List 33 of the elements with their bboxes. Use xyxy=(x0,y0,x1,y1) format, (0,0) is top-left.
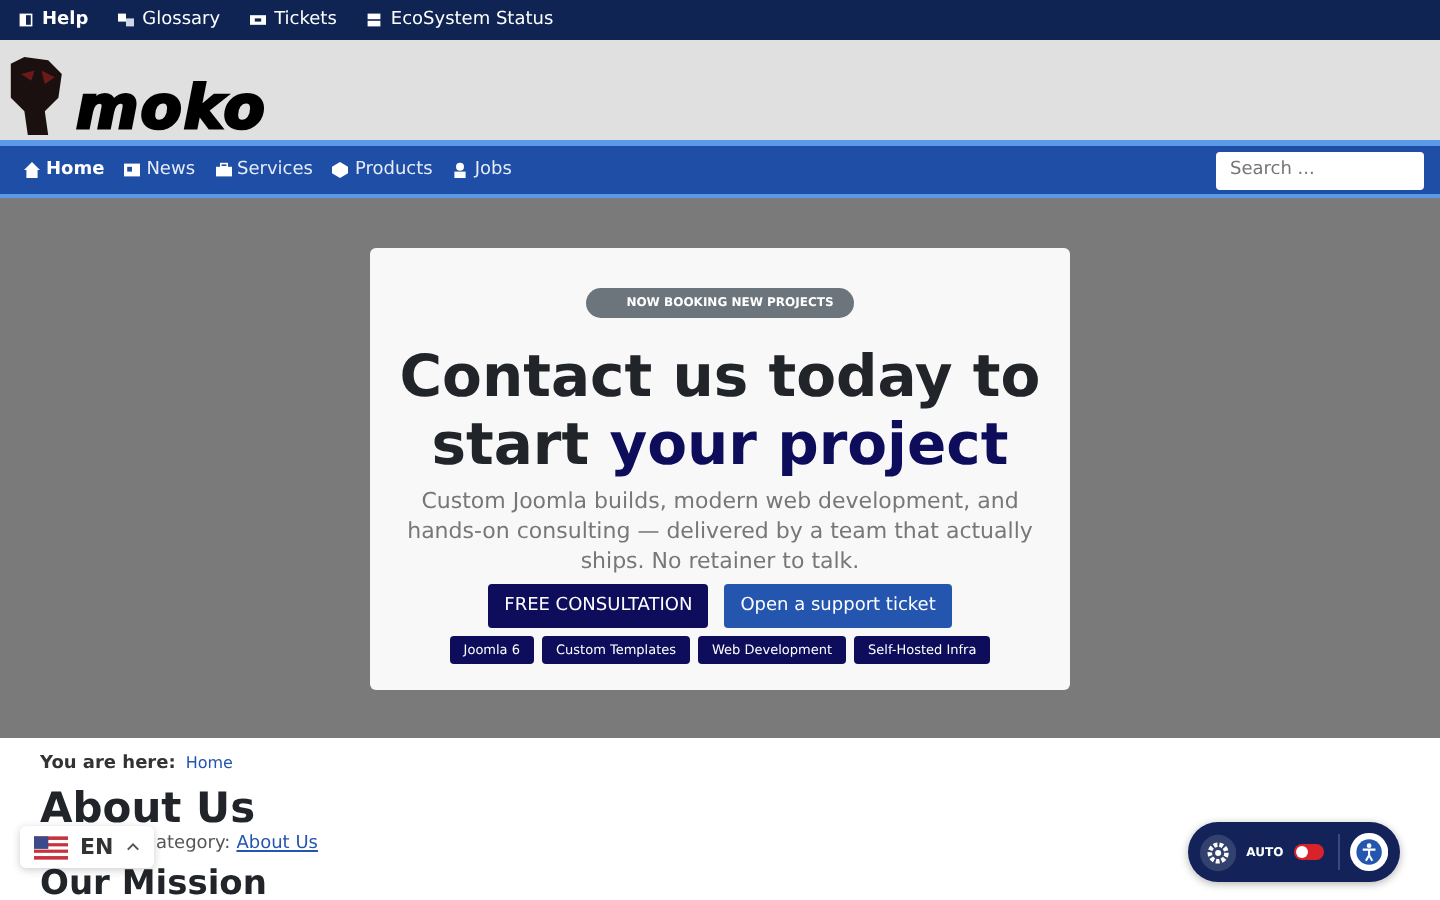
top-bar-link[interactable]: EcoSystem Status xyxy=(366,10,554,30)
search-field[interactable]: Search ... xyxy=(1216,151,1424,189)
top-bar-link[interactable]: Tickets xyxy=(250,10,337,30)
logo-text: moko xyxy=(76,80,267,140)
category-label: ategory: xyxy=(156,834,231,854)
hero-text: Custom Joomla builds, modern web development, and hands-on consulting — delivered by a team that actually ships. No retainer to talk. xyxy=(405,486,1035,576)
nav-link[interactable]: Jobs xyxy=(452,160,512,180)
language-switcher[interactable]: EN xyxy=(20,826,154,868)
settings-icon[interactable] xyxy=(1200,833,1237,871)
nav-link[interactable]: Home xyxy=(24,160,105,180)
support-ticket-button[interactable]: Open a support ticket xyxy=(724,584,952,628)
nav-link[interactable]: Products xyxy=(332,160,433,180)
ticket-icon xyxy=(250,12,267,28)
server-icon xyxy=(366,12,383,28)
home-icon xyxy=(24,162,40,178)
top-bar-link[interactable]: Help xyxy=(18,10,89,30)
news-icon xyxy=(124,162,141,178)
nav-link[interactable]: News xyxy=(124,160,196,180)
breadcrumb-label: You are here: xyxy=(40,754,176,774)
caret-icon xyxy=(125,842,140,852)
nav-link[interactable]: Services xyxy=(215,160,313,180)
breadcrumb-link[interactable]: Home xyxy=(185,754,233,772)
auto-toggle[interactable] xyxy=(1293,844,1324,860)
hero-title: Contact us today to start your project xyxy=(399,342,1041,478)
section-heading: Our Mission xyxy=(40,862,269,900)
briefcase-icon xyxy=(215,162,232,178)
flag-icon xyxy=(34,835,68,859)
box-icon xyxy=(332,162,349,178)
top-bar-link[interactable]: Glossary xyxy=(118,10,221,30)
accessibility-icon[interactable] xyxy=(1349,832,1388,872)
person-icon xyxy=(452,162,469,178)
consultation-button[interactable]: FREE CONSULTATION xyxy=(488,584,709,628)
category-link[interactable]: About Us xyxy=(236,834,318,854)
